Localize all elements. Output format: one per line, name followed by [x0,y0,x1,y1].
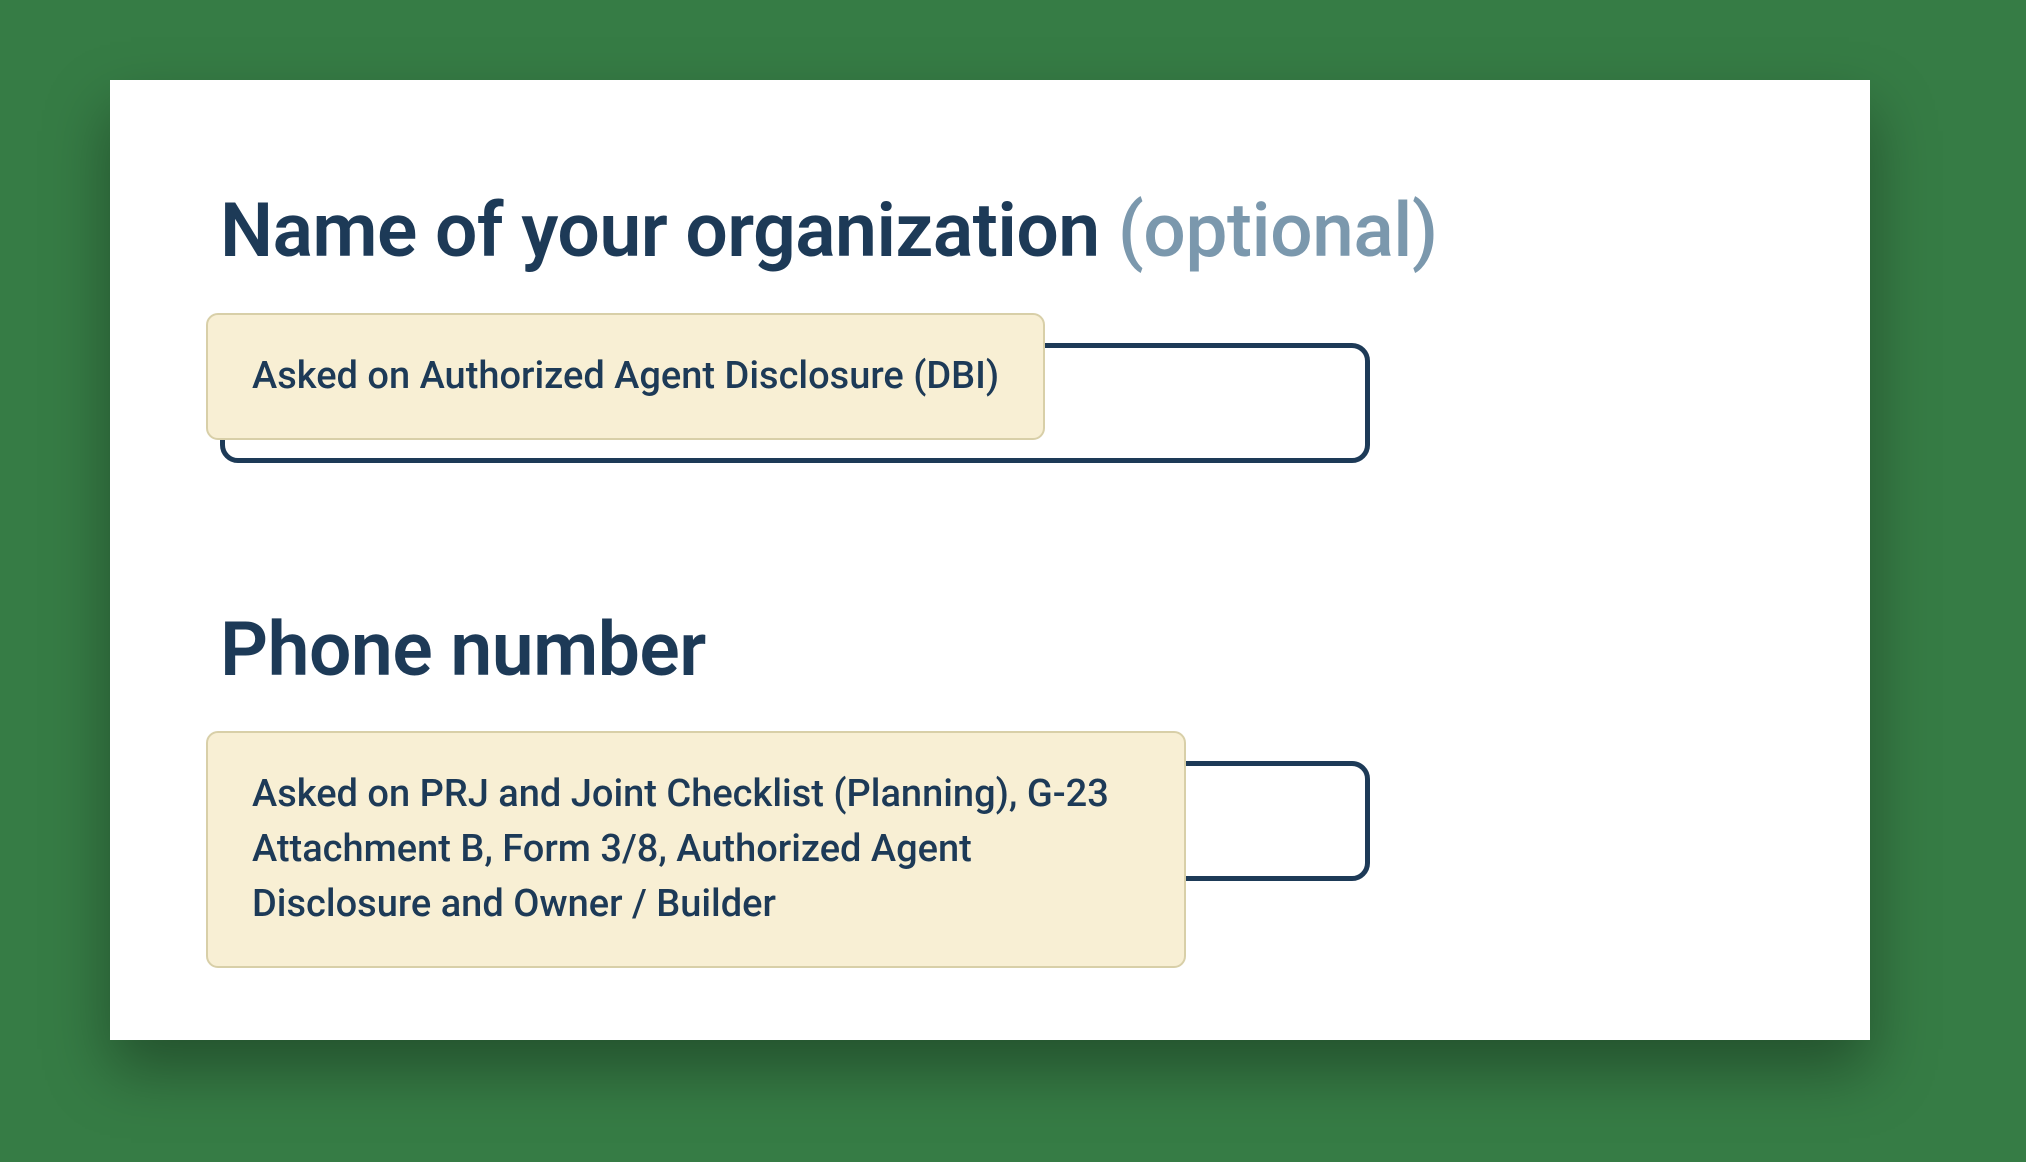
organization-field: Name of your organization (optional) Ask… [220,190,1780,449]
optional-badge: (optional) [1118,187,1438,275]
form-card: Name of your organization (optional) Ask… [110,80,1870,1040]
phone-label-text: Phone number [220,606,706,694]
phone-field: Phone number Asked on PRJ and Joint Chec… [220,609,1780,868]
organization-label: Name of your organization (optional) [220,190,1780,273]
phone-label: Phone number [220,609,1780,692]
organization-tooltip: Asked on Authorized Agent Disclosure (DB… [206,313,1045,440]
page-stage: Name of your organization (optional) Ask… [0,0,2026,1162]
phone-tooltip: Asked on PRJ and Joint Checklist (Planni… [206,731,1186,968]
organization-input-wrap: Asked on Authorized Agent Disclosure (DB… [220,319,1780,449]
phone-input-wrap: Asked on PRJ and Joint Checklist (Planni… [220,737,1780,867]
organization-label-text: Name of your organization [220,187,1100,275]
